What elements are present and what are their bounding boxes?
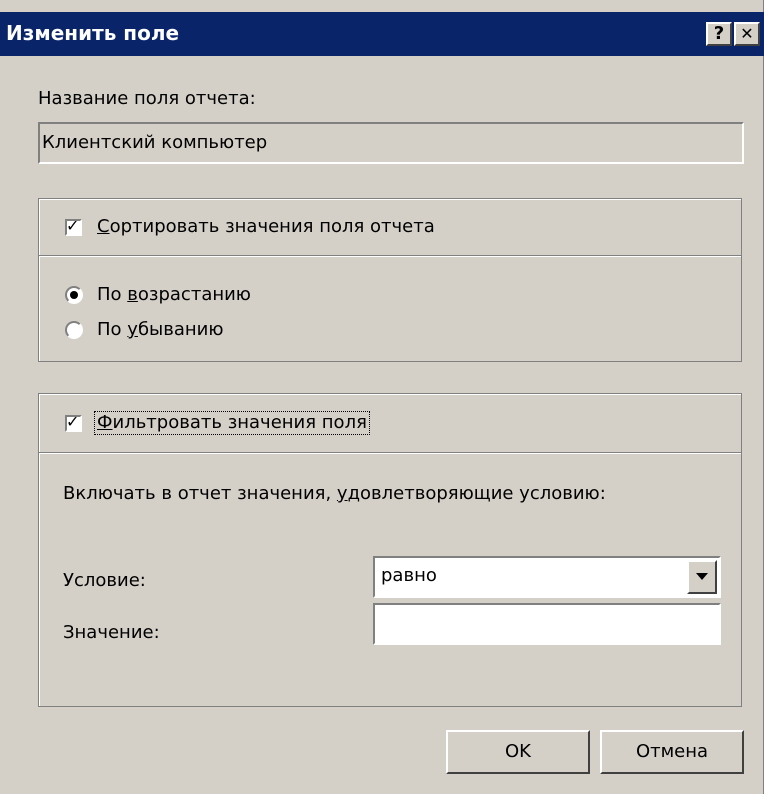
sort-ascending-radio[interactable] xyxy=(65,286,83,304)
edit-field-dialog: Изменить поле ? ✕ Название поля отчета: … xyxy=(0,0,764,794)
ok-button[interactable]: OK xyxy=(446,730,590,774)
help-button[interactable]: ? xyxy=(706,22,732,46)
sort-ascending-label[interactable]: По возрастанию xyxy=(97,284,251,306)
condition-select-value: равно xyxy=(381,565,437,586)
filter-checkbox-label[interactable]: Фильтровать значения поля xyxy=(94,411,370,435)
report-field-name-label: Название поля отчета: xyxy=(38,88,256,109)
cancel-button[interactable]: Отмена xyxy=(600,730,744,774)
filter-header-panel: ✓ Фильтровать значения поля xyxy=(38,393,742,453)
chevron-down-icon xyxy=(696,573,708,580)
dropdown-button[interactable] xyxy=(687,560,717,594)
window-title: Изменить поле xyxy=(6,21,180,45)
sort-options-panel: По возрастанию По убыванию xyxy=(38,255,742,362)
close-icon: ✕ xyxy=(740,24,754,43)
filter-description: Включать в отчет значения, удовлетворяющ… xyxy=(63,483,606,504)
value-input[interactable] xyxy=(373,603,721,645)
sort-header-panel: ✓ Сортировать значения поля отчета xyxy=(38,198,742,256)
title-bar[interactable]: Изменить поле ? ✕ xyxy=(0,12,764,56)
sort-descending-label[interactable]: По убыванию xyxy=(97,319,224,341)
sort-checkbox-label[interactable]: Сортировать значения поля отчета xyxy=(97,216,435,238)
sort-checkbox[interactable]: ✓ xyxy=(65,216,82,236)
checkmark-icon: ✓ xyxy=(66,412,80,431)
checkmark-icon: ✓ xyxy=(66,216,80,235)
sort-descending-radio[interactable] xyxy=(65,321,83,339)
close-button[interactable]: ✕ xyxy=(734,22,760,46)
report-field-name-field: Клиентский компьютер xyxy=(38,122,744,164)
value-label: Значение: xyxy=(63,622,160,643)
condition-select[interactable]: равно xyxy=(373,556,721,598)
report-field-name-value: Клиентский компьютер xyxy=(42,132,268,153)
filter-options-panel: Включать в отчет значения, удовлетворяющ… xyxy=(38,452,742,707)
condition-label: Условие: xyxy=(63,570,146,591)
filter-checkbox[interactable]: ✓ xyxy=(65,412,82,432)
